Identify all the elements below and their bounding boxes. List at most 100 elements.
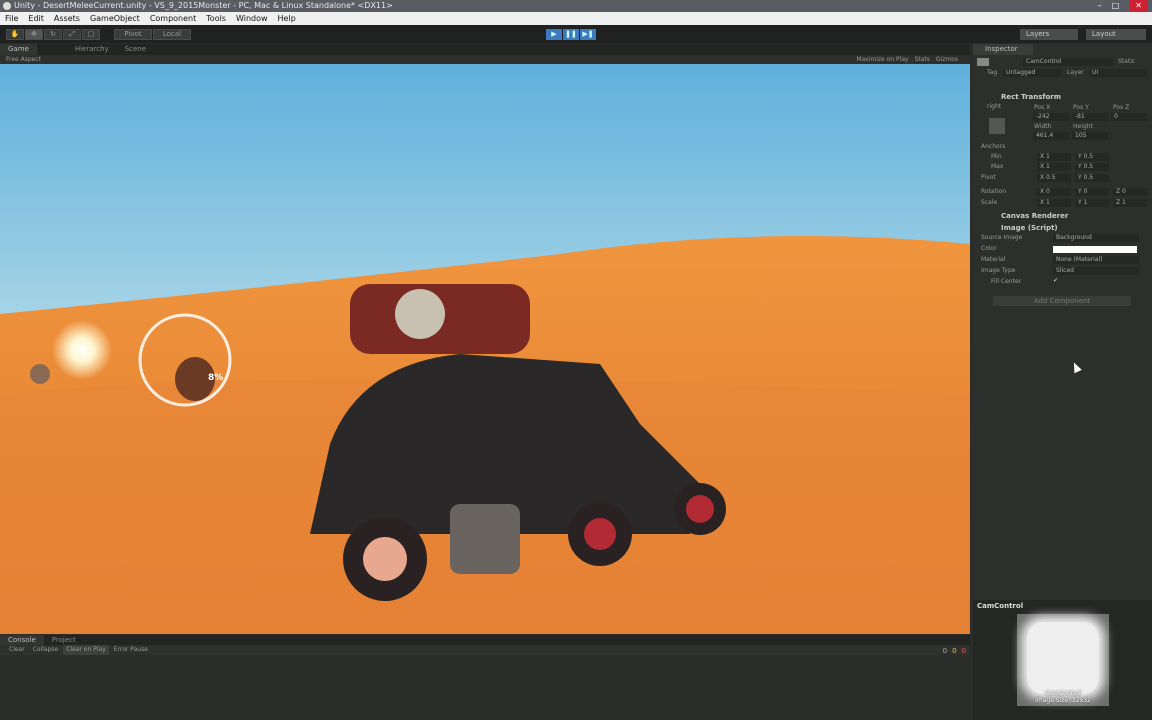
tab-game[interactable]: Game [0, 44, 37, 55]
sprite-thumbnail: CamControl Image Size: 32x32 [1017, 614, 1109, 706]
error-count[interactable]: 0 [962, 647, 966, 655]
maximize-on-play-toggle[interactable]: Maximize on Play [856, 55, 908, 64]
min-x-field[interactable]: X 1 [1037, 153, 1071, 161]
gizmos-dropdown[interactable]: Gizmos [936, 55, 958, 64]
preview-size: Image Size: 32x32 [1035, 697, 1091, 704]
inspector-panel: Inspector CamControl Static Tag Untagged… [973, 44, 1152, 600]
pivot-x-field[interactable]: X 0.5 [1037, 174, 1071, 182]
clear-button[interactable]: Clear [6, 645, 28, 655]
maximize-button[interactable]: □ [1112, 0, 1120, 12]
stats-toggle[interactable]: Stats [915, 55, 930, 64]
minimize-button[interactable]: – [1098, 0, 1102, 12]
play-button[interactable]: ▶ [546, 29, 562, 40]
preview-name: CamControl [1045, 690, 1081, 697]
step-button[interactable]: ▶❚ [580, 29, 596, 40]
max-x-field[interactable]: X 1 [1037, 163, 1071, 171]
canvas-renderer-header[interactable]: Canvas Renderer [1001, 212, 1068, 220]
source-image-field[interactable]: Background [1053, 234, 1139, 242]
add-component-button[interactable]: Add Component [993, 296, 1131, 306]
layer-dropdown[interactable]: UI [1089, 69, 1147, 77]
layer-label: Layer [1067, 69, 1084, 76]
scale-z-field[interactable]: Z 1 [1113, 199, 1147, 207]
local-toggle[interactable]: Local [153, 29, 191, 40]
height-field[interactable]: 105 [1072, 132, 1108, 140]
image-type-label: Image Type [981, 267, 1016, 274]
warning-count[interactable]: 0 [952, 647, 956, 655]
static-checkbox[interactable]: Static [1118, 58, 1135, 65]
posz-label: Pos Z [1113, 104, 1130, 111]
pivot-y-field[interactable]: Y 0.5 [1075, 174, 1109, 182]
rotation-z-field[interactable]: Z 0 [1113, 188, 1147, 196]
console-panel: Console Project Clear Collapse Clear on Pla… [0, 635, 970, 720]
tab-console[interactable]: Console [0, 635, 44, 645]
anchor-preset-button[interactable] [989, 118, 1005, 134]
clear-on-play-toggle[interactable]: Clear on Play [63, 645, 109, 655]
rotation-y-field[interactable]: Y 0 [1075, 188, 1109, 196]
image-script-header[interactable]: Image (Script) [1001, 224, 1058, 232]
menu-component[interactable]: Component [150, 12, 196, 25]
capture-progress-label: 8% [208, 373, 224, 383]
scale-tool-button[interactable]: ⤢ [63, 29, 81, 40]
min-y-field[interactable]: Y 0.5 [1075, 153, 1109, 161]
rect-tool-button[interactable]: ▢ [82, 29, 100, 40]
unity-logo-icon [3, 2, 11, 10]
scale-y-field[interactable]: Y 1 [1075, 199, 1109, 207]
move-tool-button[interactable]: ✥ [25, 29, 43, 40]
tag-label: Tag [987, 69, 998, 76]
asset-preview: CamControl CamControl Image Size: 32x32 [973, 600, 1152, 720]
posy-label: Pos Y [1073, 104, 1089, 111]
tab-scene[interactable]: Scene [117, 44, 154, 55]
log-count[interactable]: 0 [943, 647, 947, 655]
tab-inspector[interactable]: Inspector [973, 44, 1033, 55]
tab-hierarchy[interactable]: Hierarchy [67, 44, 117, 55]
gameobject-icon [977, 58, 989, 66]
scale-x-field[interactable]: X 1 [1037, 199, 1071, 207]
layers-dropdown[interactable]: Layers [1020, 29, 1078, 40]
hand-tool-button[interactable]: ✋ [6, 29, 24, 40]
scale-label: Scale [981, 199, 998, 206]
menu-edit[interactable]: Edit [28, 12, 44, 25]
pivot-label: Pivot [981, 174, 996, 181]
menu-tools[interactable]: Tools [206, 12, 226, 25]
game-view[interactable]: 8% [0, 64, 970, 634]
image-type-dropdown[interactable]: Sliced [1053, 267, 1139, 275]
close-button[interactable]: ✕ [1129, 0, 1148, 12]
anchor-h-label: right [987, 103, 1002, 110]
toolbar: ✋ ✥ ↻ ⤢ ▢ Pivot Local ▶ ❚❚ ▶❚ Layers Layou… [0, 25, 1152, 43]
menu-assets[interactable]: Assets [54, 12, 80, 25]
width-field[interactable]: 461.4 [1033, 132, 1069, 140]
source-image-label: Source Image [981, 234, 1023, 241]
rotation-label: Rotation [981, 188, 1007, 195]
rotate-tool-button[interactable]: ↻ [44, 29, 62, 40]
max-label: Max [991, 163, 1004, 170]
color-swatch[interactable] [1053, 246, 1137, 253]
height-label: Height [1073, 123, 1093, 130]
posy-field[interactable]: -81 [1072, 113, 1108, 121]
layout-dropdown[interactable]: Layout [1086, 29, 1146, 40]
error-pause-toggle[interactable]: Error Pause [111, 645, 151, 655]
tag-dropdown[interactable]: Untagged [1003, 69, 1061, 77]
tab-project[interactable]: Project [44, 635, 84, 645]
fill-center-label: Fill Center [991, 278, 1022, 285]
window-title: Unity - DesertMeleeCurrent.unity - VS_9_… [14, 1, 393, 10]
width-label: Width [1034, 123, 1052, 130]
pivot-toggle[interactable]: Pivot [114, 29, 152, 40]
object-name-field[interactable]: CamControl [1023, 58, 1113, 66]
rect-transform-header[interactable]: Rect Transform [1001, 93, 1061, 101]
game-scene [0, 64, 970, 634]
menu-gameobject[interactable]: GameObject [90, 12, 140, 25]
posz-field[interactable]: 0 [1111, 113, 1147, 121]
anchors-foldout[interactable]: Anchors [981, 143, 1005, 150]
menu-help[interactable]: Help [278, 12, 296, 25]
posx-field[interactable]: -242 [1033, 113, 1069, 121]
rotation-x-field[interactable]: X 0 [1037, 188, 1071, 196]
pause-button[interactable]: ❚❚ [563, 29, 579, 40]
menu-bar: File Edit Assets GameObject Component Tools Wi… [0, 12, 1152, 25]
collapse-button[interactable]: Collapse [30, 645, 62, 655]
menu-window[interactable]: Window [236, 12, 268, 25]
aspect-dropdown[interactable]: Free Aspect [6, 56, 41, 63]
max-y-field[interactable]: Y 0.5 [1075, 163, 1109, 171]
fill-center-checkbox[interactable]: ✓ [1053, 277, 1058, 284]
menu-file[interactable]: File [5, 12, 18, 25]
material-field[interactable]: None (Material) [1053, 256, 1139, 264]
